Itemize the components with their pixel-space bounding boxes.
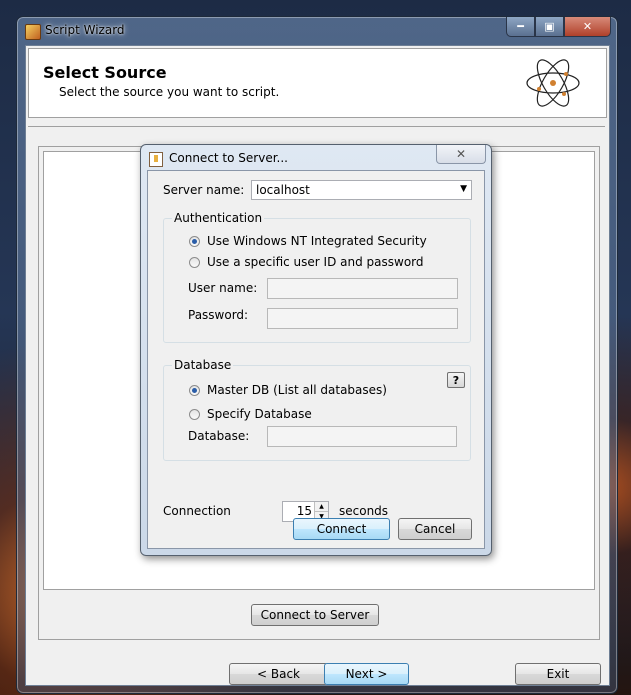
server-name-label: Server name: — [163, 183, 245, 197]
connect-to-server-button[interactable]: Connect to Server — [251, 604, 379, 626]
windows-security-radio[interactable] — [189, 236, 200, 247]
username-label: User name: — [188, 281, 258, 295]
dialog-close-button[interactable]: ✕ — [436, 145, 486, 164]
database-group: Database Master DB (List all databases) … — [163, 358, 471, 461]
specific-user-label[interactable]: Use a specific user ID and password — [207, 255, 424, 269]
authentication-group-title: Authentication — [172, 211, 265, 225]
username-field[interactable] — [267, 278, 458, 299]
database-field[interactable] — [267, 426, 457, 447]
exit-button[interactable]: Exit — [515, 663, 601, 685]
back-button[interactable]: < Back — [229, 663, 328, 685]
database-group-title: Database — [172, 358, 234, 372]
database-label: Database: — [188, 429, 250, 443]
header-divider — [28, 126, 605, 127]
server-name-value: localhost — [256, 183, 310, 197]
password-field[interactable] — [267, 308, 458, 329]
app-icon — [25, 24, 41, 40]
window-title: Script Wizard — [45, 23, 125, 37]
page-title: Select Source — [43, 63, 167, 82]
page-subtitle: Select the source you want to script. — [59, 85, 280, 99]
connect-button[interactable]: Connect — [293, 518, 390, 540]
cancel-button[interactable]: Cancel — [398, 518, 472, 540]
connection-label: Connection — [163, 504, 231, 518]
dialog-title: Connect to Server... — [169, 151, 288, 165]
authentication-group: Authentication Use Windows NT Integrated… — [163, 211, 471, 343]
server-name-combobox[interactable]: localhost ▼ — [251, 180, 472, 200]
connect-to-server-dialog: Connect to Server... ✕ Server name: loca… — [140, 144, 492, 556]
specify-database-label[interactable]: Specify Database — [207, 407, 312, 421]
specific-user-radio[interactable] — [189, 257, 200, 268]
windows-security-label[interactable]: Use Windows NT Integrated Security — [207, 234, 427, 248]
server-document-icon — [149, 152, 163, 167]
spin-up-arrow-icon[interactable]: ▲ — [314, 502, 328, 512]
window-titlebar[interactable]: Script Wizard ━ ▣ ✕ — [17, 17, 617, 45]
close-button[interactable]: ✕ — [564, 17, 611, 37]
minimize-button[interactable]: ━ — [506, 17, 535, 37]
atom-icon — [526, 59, 580, 107]
help-button[interactable]: ? — [447, 372, 465, 388]
wizard-header: Select Source Select the source you want… — [28, 48, 607, 118]
dropdown-arrow-icon[interactable]: ▼ — [460, 184, 467, 194]
caption-buttons: ━ ▣ ✕ — [506, 17, 611, 37]
specify-database-radio[interactable] — [189, 409, 200, 420]
next-button[interactable]: Next > — [324, 663, 409, 685]
seconds-label: seconds — [339, 504, 389, 518]
password-label: Password: — [188, 308, 249, 322]
master-db-label[interactable]: Master DB (List all databases) — [207, 383, 387, 397]
connection-timeout-value: 15 — [296, 504, 312, 518]
dialog-client-area: Server name: localhost ▼ Authentication … — [147, 170, 485, 549]
maximize-button[interactable]: ▣ — [535, 17, 564, 37]
master-db-radio[interactable] — [189, 385, 200, 396]
